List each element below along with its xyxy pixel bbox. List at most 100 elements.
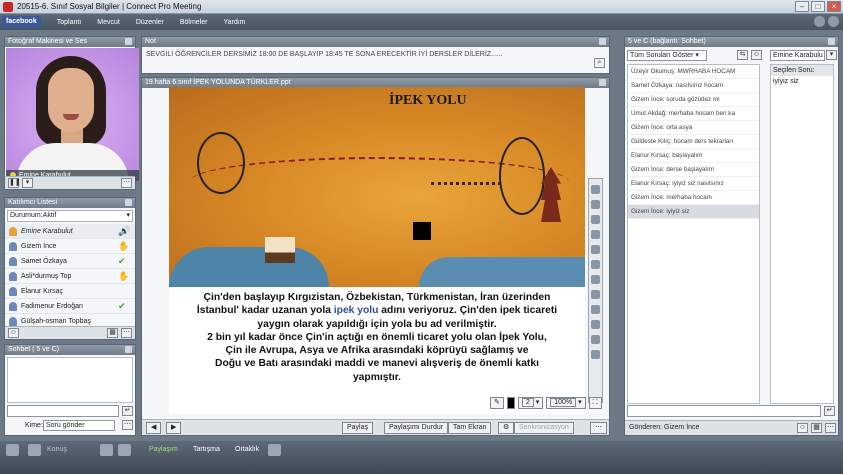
pod-menu-icon[interactable] <box>125 38 132 45</box>
recipient-select[interactable]: Soru gönder <box>43 420 115 431</box>
fullscreen-button[interactable]: Tam Ekran <box>448 422 492 434</box>
facebook-badge[interactable]: facebook <box>2 16 41 28</box>
grid-view-icon[interactable]: ▦ <box>811 423 822 433</box>
redo-icon[interactable] <box>591 320 600 329</box>
maximize-icon[interactable]: □ <box>811 1 825 12</box>
add-layout-icon[interactable] <box>268 444 281 456</box>
camera-settings-icon[interactable]: ▾ <box>22 178 33 188</box>
question-item[interactable]: Umut Akdağ: merhaba hocam ben ka <box>628 107 759 121</box>
status-dropdown[interactable]: Durumum:Aktif ▾ <box>7 210 133 222</box>
prev-slide-icon[interactable]: ◀ <box>146 422 162 434</box>
pod-menu-icon[interactable] <box>599 79 606 86</box>
grid-view-icon[interactable]: ▦ <box>107 328 118 338</box>
settings-icon[interactable]: ⚙ <box>498 422 515 434</box>
tab-collaboration[interactable]: Ortaklık <box>232 444 262 456</box>
speaker-icon[interactable] <box>118 444 131 456</box>
ellipse-icon[interactable] <box>591 260 600 269</box>
pod-menu-icon[interactable] <box>125 199 132 206</box>
chat-input[interactable] <box>7 405 119 417</box>
attendee-row[interactable]: Fadimenur Erdoğan ✔ <box>5 299 135 314</box>
pod-menu-icon[interactable] <box>125 346 132 353</box>
color-swatch[interactable] <box>506 397 515 409</box>
question-item[interactable]: Gizem İnce: derse başlayalım <box>628 163 759 177</box>
attendee-row[interactable]: Elanur Kırsaç <box>5 284 135 299</box>
next-slide-icon[interactable]: ▶ <box>166 422 182 434</box>
zoom-selector[interactable]: 100% ▾ <box>546 397 586 409</box>
layout-icon[interactable] <box>6 444 19 456</box>
question-item[interactable]: Gizem İnce: soruda gözüdez mi <box>628 93 759 107</box>
question-item[interactable]: Samet Özkaya: nasılsınız hocam <box>628 79 759 93</box>
pod-options-icon[interactable]: ⋯ <box>590 422 607 434</box>
pencil-icon[interactable] <box>591 200 600 209</box>
question-filter-select[interactable]: Tüm Soruları Göster ▾ <box>627 50 707 61</box>
user-select[interactable]: Emine Karabulu <box>770 50 825 61</box>
attendee-row[interactable]: Samet Özkaya ✔ <box>5 254 135 269</box>
pointer-icon[interactable] <box>591 185 600 194</box>
camera-icon[interactable] <box>100 444 113 456</box>
bottom-bar: Konuş Paylaşım Tartışma Ortaklık <box>0 441 843 474</box>
pod-options-icon[interactable]: ⋯ <box>121 178 132 188</box>
chevron-down-icon[interactable]: ▾ <box>826 50 837 60</box>
participant-icon <box>9 272 17 281</box>
menubar-status-icons <box>814 16 839 27</box>
answer-input[interactable] <box>627 405 821 417</box>
question-item[interactable]: Elanur Kırsaç: iyiyiz siz nasılsınız <box>628 177 759 191</box>
rectangle-icon[interactable] <box>591 245 600 254</box>
question-item[interactable]: Gizem İnce: merhaba hocam <box>628 191 759 205</box>
fullscreen-icon[interactable]: ⛶ <box>588 397 602 409</box>
question-action-icon[interactable]: ⇆ <box>737 50 748 60</box>
window-titlebar: 20515-6. Sınıf Sosyal Bilgiler | Connect… <box>0 0 843 14</box>
attendee-row[interactable]: Asli*durmuş Top ✋ <box>5 269 135 284</box>
menu-bolmeler[interactable]: Bölmeler <box>180 19 208 26</box>
share-pod-title: 19.hafta 6.sınıf İPEK YOLUNDA TÜRKLER.pp… <box>145 79 291 86</box>
pod-menu-icon[interactable] <box>599 38 606 45</box>
mic-icon[interactable] <box>28 444 41 456</box>
stamp-icon[interactable] <box>591 290 600 299</box>
tab-sharing[interactable]: Paylaşım <box>146 444 181 456</box>
people-icon[interactable]: ☺ <box>797 423 808 433</box>
status-icon[interactable] <box>814 16 825 27</box>
person-icon[interactable]: ☺ <box>8 328 19 338</box>
pod-options-icon[interactable]: ⋯ <box>121 328 132 338</box>
attendee-row[interactable]: Gizem İnce ✋ <box>5 239 135 254</box>
text-icon[interactable] <box>591 275 600 284</box>
eraser-icon[interactable] <box>591 335 600 344</box>
mic-label[interactable]: Konuş <box>44 444 70 456</box>
send-icon[interactable]: ↵ <box>122 406 133 416</box>
close-icon[interactable]: × <box>827 1 841 12</box>
pod-options-icon[interactable]: ⋯ <box>122 420 133 430</box>
undo-icon[interactable] <box>591 305 600 314</box>
assign-icon[interactable]: ☺ <box>751 50 762 60</box>
question-item[interactable]: Güldeste Kılıç: hocam ders tekrarları <box>628 135 759 149</box>
share-button[interactable]: Paylaş <box>342 422 374 434</box>
menu-yardim[interactable]: Yardım <box>223 19 245 26</box>
line-icon[interactable] <box>591 230 600 239</box>
minimize-icon[interactable]: – <box>795 1 809 12</box>
pod-options-icon[interactable]: ⋯ <box>825 423 836 433</box>
question-item[interactable]: Gizem İnce: iyiyiz siz <box>628 205 759 219</box>
sync-button[interactable]: Senkronizasyon <box>514 422 574 434</box>
menu-toplanti[interactable]: Toplantı <box>57 19 82 26</box>
stop-share-button[interactable]: Paylaşımı Durdur <box>384 422 449 434</box>
menu-duzenler[interactable]: Düzenler <box>136 19 164 26</box>
pen-icon[interactable]: ✎ <box>490 397 504 409</box>
menu-mevcut[interactable]: Mevcut <box>97 19 120 26</box>
network-icon[interactable] <box>828 16 839 27</box>
highlighter-icon[interactable] <box>591 215 600 224</box>
tab-discussion[interactable]: Tartışma <box>190 444 223 456</box>
pause-icon[interactable]: ❚❚ <box>8 178 21 188</box>
question-item[interactable]: Gizem İnce: orta asya <box>628 121 759 135</box>
send-icon[interactable]: ↵ <box>824 406 835 416</box>
search-icon[interactable]: ⌕ <box>594 58 605 68</box>
attendee-row[interactable]: Emine Karabulut 🔊 <box>5 224 135 239</box>
question-item[interactable]: Elanur Kırsaç: başlayalım <box>628 149 759 163</box>
page-selector[interactable]: 2 ▾ <box>517 397 544 409</box>
share-pod-footer: ◀ ▶ Paylaş Paylaşımı Durdur Tam Ekran ⚙ … <box>142 419 609 435</box>
question-item[interactable]: Üzeyir Okumuş: MWRHABA HOCAM <box>628 65 759 79</box>
selected-question-panel: Seçilen Soru: iyiyiz siz <box>770 64 834 404</box>
pod-menu-icon[interactable] <box>828 38 835 45</box>
chat-pod-header: Sohbet ( 5 ve C) <box>5 345 135 355</box>
print-icon[interactable] <box>591 350 600 359</box>
note-pod-header: Not <box>142 37 609 47</box>
silk-road-map: İPEK YOLU <box>169 87 585 287</box>
